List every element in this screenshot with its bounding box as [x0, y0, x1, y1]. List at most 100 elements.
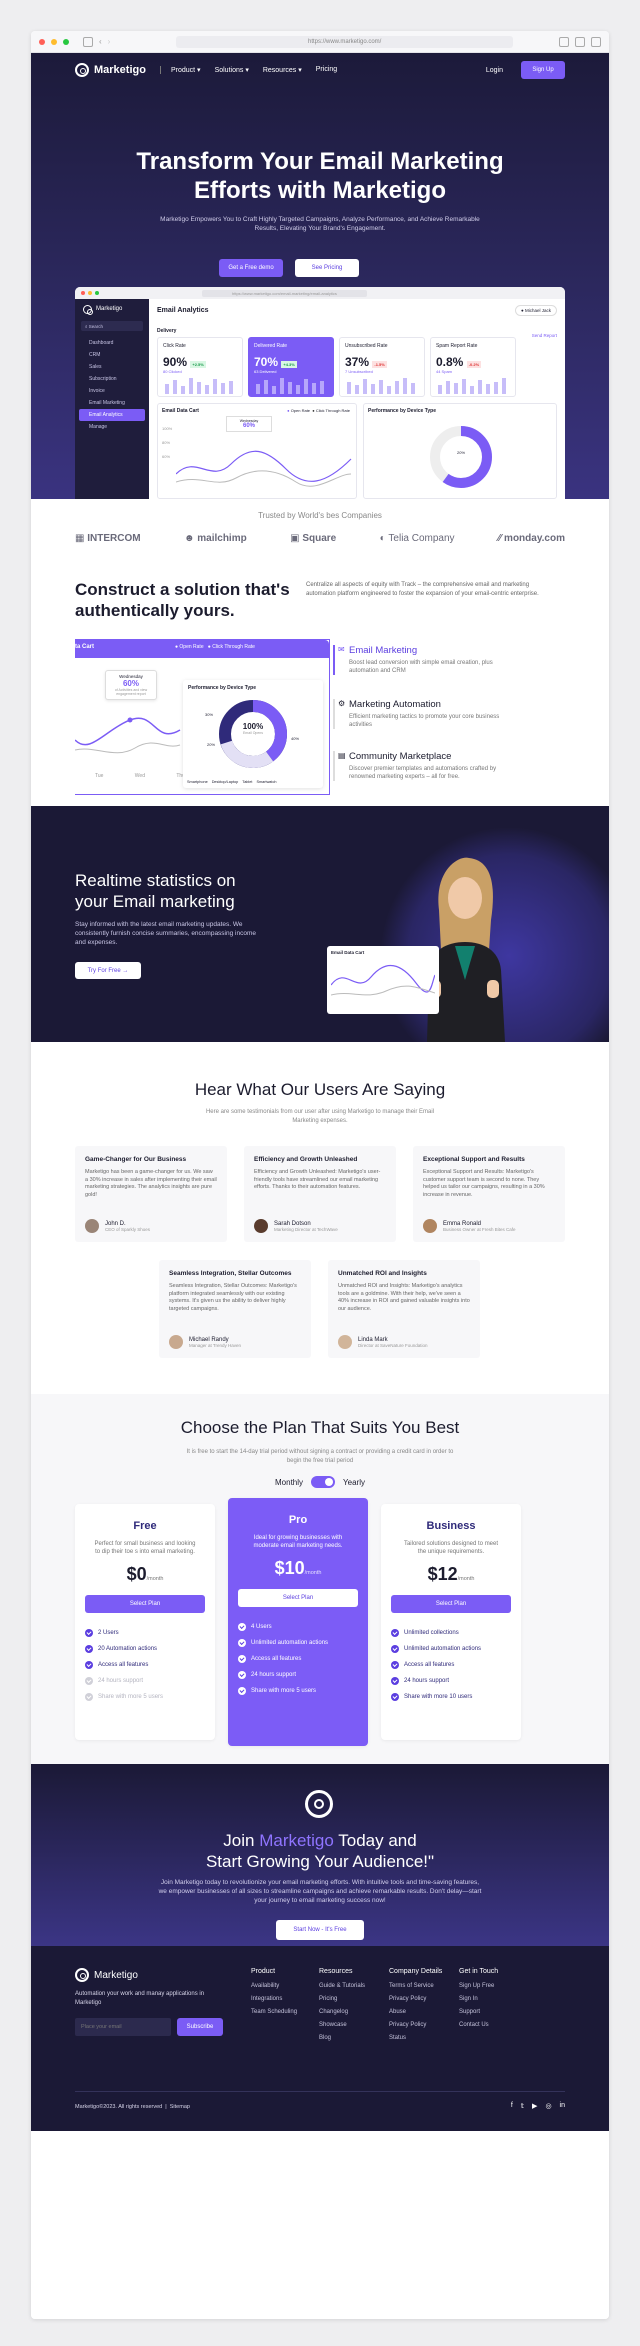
footer-link[interactable]: Privacy Policy: [389, 1996, 442, 2002]
feature-community-marketplace[interactable]: ▤ Community Marketplace Discover premier…: [333, 751, 519, 781]
linkedin-icon[interactable]: in: [560, 2102, 565, 2110]
sidebar-item-crm[interactable]: CRM: [75, 349, 149, 361]
plan-features: Unlimited collections Unlimited automati…: [391, 1625, 511, 1705]
select-plan-button[interactable]: Select Plan: [391, 1595, 511, 1613]
facebook-icon[interactable]: f: [511, 2102, 513, 2110]
address-bar[interactable]: https://www.marketigo.com/: [176, 35, 513, 48]
sidebar-item-dashboard[interactable]: Dashboard: [75, 337, 149, 349]
feature-email-marketing[interactable]: ✉ Email Marketing Boost lead conversion …: [333, 645, 519, 675]
kpi-value-text: 37%: [345, 355, 370, 369]
select-plan-button[interactable]: Select Plan: [238, 1589, 358, 1607]
footer-link[interactable]: Contact Us: [459, 2022, 498, 2028]
new-tab-icon[interactable]: [575, 36, 585, 47]
footer-link[interactable]: Support: [459, 2009, 498, 2015]
dashboard-title: Email Analytics: [157, 307, 209, 314]
billing-toggle-row: Monthly Yearly: [31, 1476, 609, 1488]
footer-link[interactable]: Availability: [251, 1983, 297, 1989]
footer-link[interactable]: Changelog: [319, 2009, 365, 2015]
signup-button[interactable]: Sign Up: [521, 61, 565, 79]
footer-brand[interactable]: Marketigo: [75, 1968, 138, 1982]
tabs-icon[interactable]: [591, 36, 601, 47]
nav-pricing[interactable]: Pricing: [316, 66, 337, 74]
feature-marketing-automation[interactable]: ⚙ Marketing Automation Efficient marketi…: [333, 699, 519, 729]
nav-solutions[interactable]: Solutions ▾: [215, 66, 249, 74]
plan-features: 2 Users 20 Automation actions Access all…: [85, 1625, 205, 1705]
plan-name: Pro: [288, 1514, 308, 1526]
testimonials-subtitle: Here are some testimonials from our user…: [205, 1109, 435, 1124]
kpi-bars: [165, 378, 233, 394]
youtube-icon[interactable]: ▶: [532, 2102, 537, 2110]
telia-logo: ◐ Telia Company: [380, 533, 455, 544]
instagram-icon[interactable]: ◎: [545, 2102, 551, 2110]
nav-product[interactable]: Product ▾: [171, 66, 201, 74]
see-pricing-button[interactable]: See Pricing: [295, 259, 359, 277]
marketplace-icon: ▤: [338, 751, 346, 760]
testimonial-text: Seamless Integration, Stellar Outcomes: …: [169, 1283, 297, 1312]
nav-resources[interactable]: Resources ▾: [263, 66, 302, 74]
maximize-dot[interactable]: [63, 38, 69, 45]
check-icon: [238, 1655, 246, 1663]
footer-link[interactable]: Guide & Tutorials: [319, 1983, 365, 1989]
footer-link[interactable]: Pricing: [319, 1996, 365, 2002]
free-demo-button[interactable]: Get a Free demo: [219, 259, 283, 277]
intercom-icon: ▦: [75, 533, 85, 544]
kpi-value-text: 0.8%: [436, 355, 464, 369]
subscribe-button[interactable]: Subscribe: [177, 2018, 223, 2036]
sidebar-toggle-icon[interactable]: [83, 36, 93, 47]
yearly-label[interactable]: Yearly: [343, 1478, 365, 1487]
footer-link[interactable]: Blog: [319, 2035, 365, 2041]
select-plan-button[interactable]: Select Plan: [85, 1595, 205, 1613]
logo-icon: [75, 63, 89, 77]
pricing-subtitle: It is free to start the 14-day trial per…: [186, 1449, 454, 1464]
sidebar-item-invoice[interactable]: Invoice: [75, 385, 149, 397]
login-link[interactable]: Login: [486, 67, 503, 74]
newsletter-email-input[interactable]: [75, 2018, 171, 2036]
send-report-link[interactable]: Send Report: [532, 333, 557, 338]
sidebar-item-manage[interactable]: Manage: [75, 421, 149, 433]
pricing-section: Choose the Plan That Suits You Best It i…: [31, 1394, 609, 1764]
sidebar-item-subscription[interactable]: Subscription: [75, 373, 149, 385]
footer-link[interactable]: Sign In: [459, 1996, 498, 2002]
plan-card-free: Free Perfect for small business and look…: [75, 1504, 215, 1740]
price-value: $10: [274, 1558, 305, 1578]
start-now-button[interactable]: Start Now - It's Free: [276, 1920, 364, 1940]
brand-logo[interactable]: Marketigo: [75, 63, 146, 77]
kpi-bars: [256, 378, 324, 394]
plan-card-business: Business Tailored solutions designed to …: [381, 1504, 521, 1740]
footer-link[interactable]: Showcase: [319, 2022, 365, 2028]
minimize-dot[interactable]: [51, 38, 57, 45]
testimonial-title: Exceptional Support and Results: [423, 1156, 525, 1163]
cta-title-line2: Start Growing Your Audience!": [205, 1852, 435, 1871]
footer-link[interactable]: Abuse: [389, 2009, 442, 2015]
author-role: Business Owner at Fresh Bites Cafe: [443, 1226, 516, 1232]
page-bottom-margin: [31, 2131, 609, 2319]
monday-logo: ⁄⁄ monday.com: [498, 533, 565, 544]
close-dot[interactable]: [39, 38, 45, 45]
try-free-button[interactable]: Try For Free →: [75, 962, 141, 979]
footer-link[interactable]: Privacy Policy: [389, 2022, 442, 2028]
twitter-icon[interactable]: 𝕥: [521, 2102, 524, 2110]
forward-icon[interactable]: ›: [108, 37, 111, 46]
footer-link[interactable]: Team Scheduling: [251, 2009, 297, 2015]
cart-line-chart: [176, 450, 352, 487]
feature-item: Unlimited automation actions: [238, 1635, 358, 1651]
back-icon[interactable]: ‹: [99, 37, 102, 46]
sidebar-search[interactable]: ⌕ Search: [81, 321, 143, 331]
sidebar-item-email-marketing[interactable]: Email Marketing: [75, 397, 149, 409]
share-icon[interactable]: [559, 36, 569, 47]
legend-dot-icon: ●: [175, 644, 179, 650]
hero-section: Marketigo Product ▾ Solutions ▾ Resource…: [31, 53, 609, 499]
footer-link[interactable]: Terms of Service: [389, 1983, 442, 1989]
footer-link[interactable]: Integrations: [251, 1996, 297, 2002]
footer-link[interactable]: Status: [389, 2035, 442, 2041]
user-chip[interactable]: ● Michael Jack: [515, 305, 557, 316]
sidebar-item-email-analytics[interactable]: Email Analytics: [79, 409, 145, 421]
footer-link[interactable]: Sign Up Free: [459, 1983, 498, 1989]
intercom-logo: ▦ INTERCOM: [75, 533, 141, 544]
billing-toggle[interactable]: [311, 1476, 336, 1488]
kpi-label: Spam Report Rate: [436, 343, 478, 349]
device-legend-item: Smartwatch: [256, 780, 277, 784]
sitemap-link[interactable]: Sitemap: [170, 2104, 190, 2110]
monthly-label[interactable]: Monthly: [275, 1478, 303, 1487]
sidebar-item-sales[interactable]: Sales: [75, 361, 149, 373]
